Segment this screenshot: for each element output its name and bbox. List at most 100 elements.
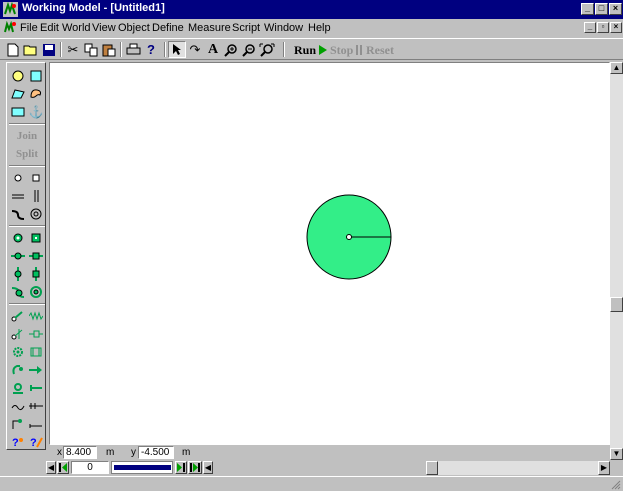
menu-bar: File Edit World View Object Define Measu… xyxy=(0,19,623,38)
pulley-tool-icon[interactable] xyxy=(27,343,45,361)
rigid-joint-icon[interactable] xyxy=(27,229,45,247)
tape-progress-track[interactable] xyxy=(111,461,173,474)
tape-step-back-button[interactable] xyxy=(57,461,69,474)
copy-icon[interactable] xyxy=(82,41,100,58)
svg-text:?: ? xyxy=(30,437,37,449)
y-coord-field[interactable]: -4.500 xyxy=(138,446,174,459)
curved-keyed-joint-icon[interactable] xyxy=(27,283,45,301)
rotate-icon[interactable]: ↷ xyxy=(186,41,204,58)
svg-text:?: ? xyxy=(12,437,19,449)
horizontal-scrollbar[interactable]: ▶ xyxy=(426,461,610,475)
reset-label: Reset xyxy=(366,43,394,57)
close-button[interactable]: × xyxy=(609,3,622,15)
menu-script[interactable]: Script xyxy=(232,22,260,34)
tape-scroll-left-button[interactable]: ◀ xyxy=(203,461,213,474)
slider-tool-icon[interactable]: ? xyxy=(27,433,45,451)
resize-grip-icon[interactable] xyxy=(610,479,621,490)
tape-end-button[interactable] xyxy=(188,461,202,474)
rope-tool-icon[interactable] xyxy=(9,325,27,343)
zoom-out-icon[interactable] xyxy=(240,41,258,58)
workspace-canvas[interactable] xyxy=(49,62,610,445)
menu-object[interactable]: Object xyxy=(118,22,150,34)
scroll-down-arrow-icon[interactable]: ▼ xyxy=(610,448,623,460)
status-bar xyxy=(0,476,623,491)
scroll-right-arrow-icon[interactable]: ▶ xyxy=(598,461,610,475)
keyed-slot-joint-icon[interactable] xyxy=(27,247,45,265)
minimize-button[interactable]: _ xyxy=(581,3,594,15)
paste-icon[interactable] xyxy=(100,41,118,58)
point-tool-icon[interactable] xyxy=(9,169,27,187)
reset-button[interactable]: Reset xyxy=(364,41,400,58)
stop-button[interactable]: Stop xyxy=(328,41,362,58)
cut-icon[interactable]: ✂ xyxy=(64,41,82,58)
toolbar: ✂ ? ↷ A Run Stop Reset xyxy=(0,38,623,60)
polygon-tool-icon[interactable] xyxy=(9,85,27,103)
tape-step-forward-button[interactable] xyxy=(175,461,187,474)
vertical-slot-joint-icon[interactable] xyxy=(9,265,27,283)
maximize-button[interactable]: □ xyxy=(595,3,608,15)
rod-tool-icon[interactable] xyxy=(9,307,27,325)
torque-tool-icon[interactable] xyxy=(9,379,27,397)
curved-slot-icon[interactable] xyxy=(9,205,27,223)
slot-joint-icon[interactable] xyxy=(9,247,27,265)
curved-body-tool-icon[interactable] xyxy=(27,85,45,103)
rectangle-tool-icon[interactable] xyxy=(27,67,45,85)
circle-tool-icon[interactable] xyxy=(9,67,27,85)
keyed-slot-icon[interactable] xyxy=(27,205,45,223)
doc-minimize-button[interactable]: _ xyxy=(584,22,596,33)
app-logo-icon xyxy=(3,2,18,17)
join-button[interactable]: Join xyxy=(9,127,45,145)
vertical-slot-icon[interactable] xyxy=(27,187,45,205)
new-icon[interactable] xyxy=(4,41,22,58)
anchor-tool-icon[interactable]: ⚓ xyxy=(27,103,45,121)
actuator-tool-icon[interactable] xyxy=(27,361,45,379)
gear-tool-icon[interactable] xyxy=(9,343,27,361)
doc-close-button[interactable]: × xyxy=(610,22,622,33)
motor-tool-icon[interactable] xyxy=(9,361,27,379)
split-button[interactable]: Split xyxy=(9,145,45,163)
curve-force-icon[interactable] xyxy=(9,397,27,415)
print-icon[interactable] xyxy=(124,41,142,58)
scroll-up-arrow-icon[interactable]: ▲ xyxy=(610,62,623,74)
save-icon[interactable] xyxy=(40,41,58,58)
run-button[interactable]: Run xyxy=(290,41,328,58)
run-label: Run xyxy=(294,43,317,57)
vertical-scroll-thumb[interactable] xyxy=(610,297,623,312)
x-unit-label: m xyxy=(106,447,115,458)
square-point-tool-icon[interactable] xyxy=(27,169,45,187)
menu-measure[interactable]: Measure xyxy=(188,22,231,34)
horizontal-scroll-thumb[interactable] xyxy=(426,461,438,475)
disc-center-point[interactable] xyxy=(346,234,352,240)
pointer-icon[interactable] xyxy=(168,41,186,58)
square-tool-icon[interactable] xyxy=(9,103,27,121)
pin-joint-icon[interactable] xyxy=(9,229,27,247)
open-icon[interactable] xyxy=(22,41,40,58)
button-tool-icon[interactable]: ? xyxy=(9,433,27,451)
vertical-scrollbar[interactable]: ▲ ▼ xyxy=(610,62,623,460)
curved-slot-joint-icon[interactable] xyxy=(9,283,27,301)
zoom-in-icon[interactable] xyxy=(222,41,240,58)
menu-edit[interactable]: Edit xyxy=(40,22,59,34)
horizontal-slot-icon[interactable] xyxy=(9,187,27,205)
menu-world[interactable]: World xyxy=(62,22,91,34)
damper-tool-icon[interactable] xyxy=(27,325,45,343)
menu-define[interactable]: Define xyxy=(152,22,184,34)
pointer-meter-icon[interactable] xyxy=(9,415,27,433)
vertical-keyed-joint-icon[interactable] xyxy=(27,265,45,283)
text-icon[interactable]: A xyxy=(204,41,222,58)
force-tool-icon[interactable] xyxy=(27,379,45,397)
line-tool-icon[interactable] xyxy=(27,415,45,433)
x-coord-field[interactable]: 8.400 xyxy=(63,446,97,459)
spring-tool-icon[interactable] xyxy=(27,307,45,325)
menu-window[interactable]: Window xyxy=(264,22,303,34)
doc-restore-button[interactable]: ▫ xyxy=(597,22,609,33)
separator-tool-icon[interactable] xyxy=(27,397,45,415)
frame-counter-field[interactable]: 0 xyxy=(71,461,109,474)
help-icon[interactable]: ? xyxy=(142,41,160,58)
menu-help[interactable]: Help xyxy=(308,22,331,34)
menu-view[interactable]: View xyxy=(92,22,116,34)
document-icon[interactable] xyxy=(3,21,17,35)
tape-rewind-button[interactable]: ◀ xyxy=(46,461,56,474)
zoom-fit-icon[interactable] xyxy=(258,41,276,58)
menu-file[interactable]: File xyxy=(20,22,38,34)
